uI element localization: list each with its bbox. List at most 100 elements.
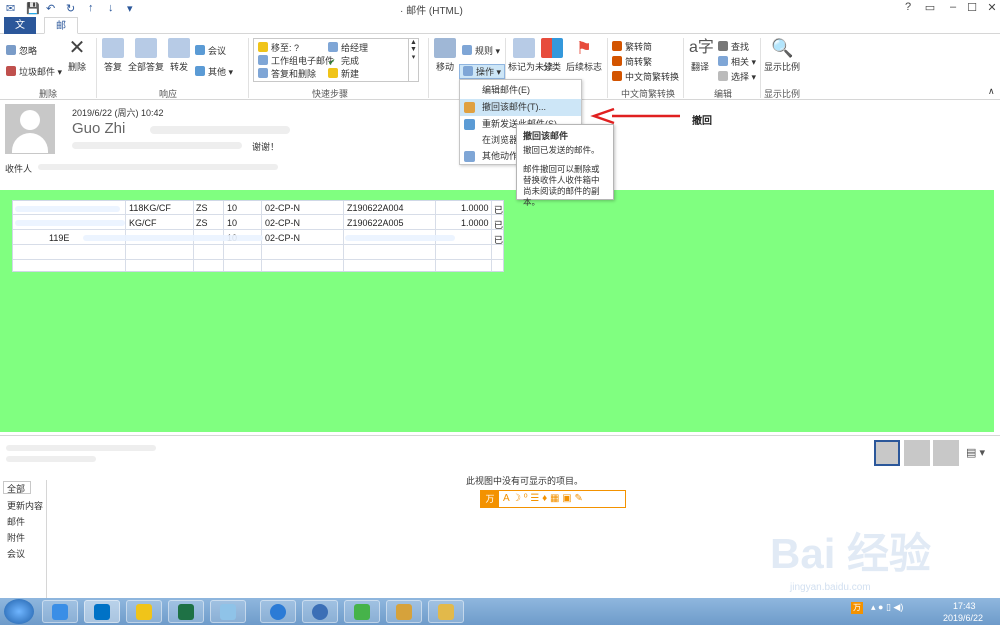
reply-button[interactable]: 答复 — [101, 38, 125, 73]
close-button[interactable]: ✕ — [982, 1, 1000, 14]
ime-tools-icon[interactable]: A ☽ ⁰ ☰ ♦ ▦ ▣ ✎ — [503, 493, 583, 504]
people-avatar[interactable] — [874, 440, 900, 466]
blurred-text — [6, 445, 156, 451]
reply-icon — [102, 38, 124, 58]
junk-icon — [6, 66, 16, 76]
related-icon — [718, 56, 728, 66]
clock-date[interactable]: 2019/6/22 — [943, 613, 983, 623]
forward-button[interactable]: 转发 — [167, 38, 191, 73]
people-avatar[interactable] — [904, 440, 930, 466]
more-respond-button[interactable]: 其他 ▾ — [195, 65, 233, 78]
title-bar: ✉ 💾 ↶ ↻ ↑ ↓ ▾ · 邮件 (HTML) ? ▭ – ☐ ✕ — [0, 0, 1000, 17]
menu-item-edit-message[interactable]: 编辑邮件(E) — [460, 82, 581, 99]
blurred-text — [72, 142, 242, 149]
tab-file[interactable]: 文件 — [4, 17, 36, 48]
people-avatar[interactable] — [933, 440, 959, 466]
people-tab-attachments[interactable]: 附件 — [7, 531, 25, 544]
down-arrow-icon[interactable]: ↓ — [108, 2, 114, 14]
other-actions-icon — [464, 151, 475, 162]
taskbar-app-s[interactable] — [260, 600, 296, 623]
to-label: 收件人 — [5, 164, 33, 174]
quickstep-item[interactable]: 答复和删除 — [258, 67, 316, 80]
gallery-scroll[interactable]: ▲ ▼ ▾ — [408, 39, 418, 81]
input-method-bar: 万 A ☽ ⁰ ☰ ♦ ▦ ▣ ✎ — [480, 490, 626, 508]
minimize-button[interactable]: – — [943, 1, 963, 13]
collapse-ribbon-icon[interactable]: ∧ — [988, 86, 995, 97]
wechat-icon — [354, 604, 370, 620]
start-button[interactable] — [4, 599, 34, 624]
actions-button[interactable]: 操作 ▾ — [459, 64, 506, 79]
taskbar-app-doc[interactable] — [386, 600, 422, 623]
categorize-button[interactable]: 分类 — [540, 38, 564, 73]
sender-name: Guo Zhi — [72, 120, 126, 137]
people-options-icon[interactable]: ▤ ▾ — [966, 446, 985, 459]
save-icon[interactable]: 💾 — [26, 2, 40, 15]
flag-icon: ⚑ — [575, 38, 593, 58]
conversion-button[interactable]: 中文简繁转换 — [612, 70, 679, 83]
ignore-button[interactable]: 忽略 — [6, 44, 37, 57]
zoom-button[interactable]: 🔍 显示比例 — [764, 38, 800, 73]
customize-qat-icon[interactable]: ▾ — [127, 2, 133, 15]
related-button[interactable]: 相关 ▾ — [718, 55, 756, 68]
undo-icon[interactable]: ↶ — [46, 2, 55, 15]
clock-time[interactable]: 17:43 — [953, 601, 976, 611]
taskbar-excel[interactable] — [168, 600, 204, 623]
taskbar-wechat[interactable] — [344, 600, 380, 623]
taskbar-outlook[interactable] — [84, 600, 120, 623]
taskbar-explorer[interactable] — [126, 600, 162, 623]
rules-button[interactable]: 规则 ▾ — [462, 44, 500, 57]
taskbar-ie[interactable] — [42, 600, 78, 623]
select-button[interactable]: 选择 ▾ — [718, 70, 756, 83]
taskbar-app[interactable] — [210, 600, 246, 623]
taskbar-paint[interactable] — [428, 600, 464, 623]
find-button[interactable]: 查找 — [718, 40, 749, 53]
watermark-url: jingyan.baidu.com — [790, 582, 871, 593]
separator — [607, 38, 608, 98]
reply-all-button[interactable]: 全部答复 — [128, 38, 164, 73]
to-simplified-button[interactable]: 简转繁 — [612, 55, 652, 68]
tray-icons[interactable]: ▴ ● ▯ ◀) — [871, 602, 903, 613]
delete-button[interactable]: ✕ 删除 — [63, 38, 91, 73]
ribbon-display-button[interactable]: ▭ — [920, 1, 940, 14]
junk-button[interactable]: 垃圾邮件 ▾ — [6, 65, 62, 78]
blank-icon — [464, 85, 475, 96]
tab-mail[interactable]: 邮件 — [44, 17, 78, 49]
people-tab-meetings[interactable]: 会议 — [7, 547, 25, 560]
window-title: · 邮件 (HTML) — [400, 6, 463, 17]
group-label-quicksteps: 快速步骤 — [311, 89, 348, 99]
redo-icon[interactable]: ↻ — [66, 2, 75, 15]
translate-button[interactable]: a字 翻译 — [688, 38, 714, 73]
empty-message: 此视图中没有可显示的项目。 — [466, 476, 584, 486]
subject-tail: 谢谢！ — [252, 142, 280, 152]
follow-up-button[interactable]: ⚑ 后续标志 — [566, 38, 602, 73]
move-icon — [434, 38, 456, 58]
mark-unread-button[interactable]: 标记为未读 — [508, 38, 553, 73]
group-label-editing: 编辑 — [713, 89, 732, 99]
actions-icon — [463, 66, 473, 76]
blurred-text — [38, 164, 278, 170]
quickstep-item[interactable]: 移至: ? — [258, 41, 299, 54]
quickstep-item[interactable]: 新建 — [328, 67, 359, 80]
people-tab-mail[interactable]: 邮件 — [7, 515, 25, 528]
menu-item-recall[interactable]: 撤回该邮件(T)... — [460, 99, 581, 116]
help-button[interactable]: ? — [898, 1, 918, 13]
team-email-icon — [258, 55, 268, 65]
move-button[interactable]: 移动 — [433, 38, 457, 73]
quickstep-item[interactable]: 给经理 — [328, 41, 368, 54]
reply-all-icon — [135, 38, 157, 58]
c-app-icon — [312, 604, 328, 620]
quickstep-item[interactable]: 工作组电子邮件 — [258, 54, 334, 67]
up-arrow-icon[interactable]: ↑ — [88, 2, 94, 14]
maximize-button[interactable]: ☐ — [962, 1, 982, 14]
meeting-button[interactable]: 会议 — [195, 44, 226, 57]
delete-x-icon: ✕ — [68, 37, 86, 59]
to-traditional-button[interactable]: 繁转简 — [612, 40, 652, 53]
ime-logo-icon[interactable]: 万 — [481, 491, 499, 507]
ime-tray-icon[interactable]: 万 — [851, 602, 863, 614]
document-icon — [396, 604, 412, 620]
people-tab-updates[interactable]: 更新内容 — [7, 499, 43, 512]
taskbar-app-c[interactable] — [302, 600, 338, 623]
quickstep-item[interactable]: ✔ 完成 — [328, 54, 359, 67]
people-tab-all[interactable]: 全部 — [3, 481, 31, 494]
forward-icon — [168, 38, 190, 58]
